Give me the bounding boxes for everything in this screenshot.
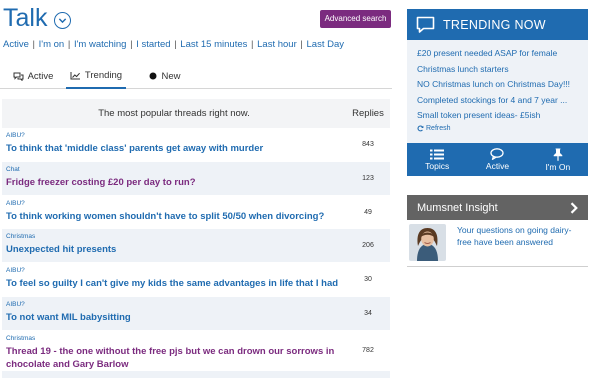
chevron-down-icon[interactable] bbox=[54, 12, 72, 29]
sidebar: TRENDING NOW £20 present needed ASAP for… bbox=[407, 0, 588, 382]
table-header: The most popular threads right now. Repl… bbox=[2, 99, 390, 128]
table-row: Chat Fridge freezer costing £20 per day … bbox=[2, 162, 390, 196]
filter-last-15-minutes[interactable]: Last 15 minutes bbox=[180, 39, 247, 50]
insight-text[interactable]: Your questions on going dairy-free have … bbox=[457, 224, 585, 266]
speech-bubble-icon bbox=[416, 16, 435, 34]
thread-title[interactable]: To feel so guilty I can't give my kids t… bbox=[6, 277, 341, 290]
dot-icon bbox=[149, 72, 157, 80]
table-row: AIBU? To think working women shouldn't h… bbox=[2, 196, 390, 229]
main-column: Talk Advanced search Active | I'm on | I… bbox=[0, 0, 392, 382]
table-row: Christmas Thread 19 - the one without th… bbox=[2, 331, 390, 371]
trending-item[interactable]: NO Christmas lunch on Christmas Day!!! bbox=[417, 77, 582, 93]
thread-category[interactable]: Christmas bbox=[6, 334, 341, 343]
separator: | bbox=[67, 39, 71, 50]
table-row: AIBU? To not want MIL babysitting 34 bbox=[2, 297, 390, 331]
page-title-text: Talk bbox=[3, 4, 48, 32]
filter-links: Active | I'm on | I'm watching | I start… bbox=[3, 39, 344, 50]
nav-label: Topics bbox=[425, 160, 450, 171]
table-row: AIBU? To feel so guilty I can't give my … bbox=[2, 263, 390, 297]
thread-cell: AIBU? To not want MIL babysitting bbox=[2, 297, 346, 330]
filter-last-day[interactable]: Last Day bbox=[307, 39, 345, 50]
header-description: The most popular threads right now. bbox=[98, 108, 250, 119]
reply-count: 843 bbox=[362, 141, 374, 148]
thread-category[interactable]: Christmas bbox=[6, 232, 341, 241]
separator: | bbox=[130, 39, 133, 50]
filter-active[interactable]: Active bbox=[3, 39, 29, 50]
filter-im-on[interactable]: I'm on bbox=[39, 39, 65, 50]
thread-category[interactable]: AIBU? bbox=[6, 300, 341, 309]
trending-list: £20 present needed ASAP for female Chris… bbox=[407, 40, 588, 143]
bottom-nav: Topics Active I'm On bbox=[407, 143, 588, 176]
chat-bubbles-icon bbox=[13, 72, 24, 81]
insight-card[interactable]: Your questions on going dairy-free have … bbox=[407, 220, 588, 267]
header-replies: Replies bbox=[352, 108, 384, 119]
filter-im-watching[interactable]: I'm watching bbox=[74, 39, 127, 50]
tab-active[interactable]: Active bbox=[0, 63, 66, 89]
trending-now-title: TRENDING NOW bbox=[443, 17, 546, 32]
refresh-label: Refresh bbox=[426, 124, 451, 132]
list-icon bbox=[430, 149, 445, 160]
refresh-icon bbox=[417, 124, 424, 132]
nav-im-on[interactable]: I'm On bbox=[528, 143, 588, 176]
thread-category[interactable]: AIBU? bbox=[6, 266, 341, 275]
thread-title[interactable]: Fridge freezer costing £20 per day to ru… bbox=[6, 176, 341, 189]
nav-label: I'm On bbox=[545, 161, 571, 172]
table-row: Christmas Unexpected hit presents 206 bbox=[2, 229, 390, 263]
thread-cell: AIBU? To think working women shouldn't h… bbox=[2, 196, 346, 228]
insight-photo[interactable] bbox=[409, 224, 446, 261]
thread-cell: AIBU? To feel so guilty I can't give my … bbox=[2, 263, 346, 296]
tab-label: Active bbox=[27, 70, 54, 82]
thread-category[interactable]: AIBU? bbox=[6, 199, 341, 208]
nav-active[interactable]: Active bbox=[467, 143, 527, 176]
filter-i-started[interactable]: I started bbox=[136, 39, 170, 50]
insight-title: Mumsnet Insight bbox=[417, 201, 498, 214]
thread-cell: Chat Fridge freezer costing £20 per day … bbox=[2, 162, 346, 195]
page-title[interactable]: Talk bbox=[3, 4, 72, 33]
threads-table: The most popular threads right now. Repl… bbox=[2, 99, 390, 379]
reply-count: 30 bbox=[364, 276, 372, 283]
insight-header[interactable]: Mumsnet Insight bbox=[407, 195, 588, 220]
reply-count: 49 bbox=[364, 208, 372, 216]
thread-title[interactable]: Unexpected hit presents bbox=[6, 243, 341, 256]
thread-category[interactable]: Chat bbox=[6, 165, 341, 174]
trending-now-header: TRENDING NOW bbox=[407, 9, 588, 40]
pin-icon bbox=[553, 148, 563, 161]
thread-cell: Christmas Unexpected hit presents bbox=[2, 229, 346, 262]
filter-last-hour[interactable]: Last hour bbox=[257, 39, 297, 50]
chat-bubble-icon bbox=[490, 148, 505, 160]
chevron-right-icon[interactable] bbox=[570, 201, 578, 214]
thread-title[interactable]: To not want MIL babysitting bbox=[6, 311, 341, 324]
separator: | bbox=[300, 39, 303, 50]
thread-cell: Christmas Thread 19 - the one without th… bbox=[2, 331, 346, 370]
tab-label: New bbox=[161, 70, 181, 82]
tab-trending[interactable]: Trending bbox=[66, 63, 126, 89]
separator: | bbox=[251, 39, 254, 50]
table-row bbox=[2, 371, 390, 379]
reply-count: 206 bbox=[362, 242, 374, 249]
reply-count: 782 bbox=[362, 347, 374, 354]
reply-count: 34 bbox=[364, 310, 372, 317]
advanced-search-button[interactable]: Advanced search bbox=[320, 10, 391, 28]
refresh-button[interactable]: Refresh bbox=[417, 125, 588, 132]
trending-item[interactable]: Christmas lunch starters bbox=[417, 62, 582, 78]
reply-count: 123 bbox=[362, 175, 374, 182]
table-row: AIBU? To think that 'middle class' paren… bbox=[2, 128, 390, 162]
nav-topics[interactable]: Topics bbox=[407, 143, 467, 176]
thread-title[interactable]: To think that 'middle class' parents get… bbox=[6, 142, 341, 155]
thread-category[interactable]: AIBU? bbox=[6, 131, 341, 140]
trending-item[interactable]: Completed stockings for 4 and 7 year ... bbox=[417, 93, 582, 109]
trending-chart-icon bbox=[70, 71, 81, 80]
nav-label: Active bbox=[485, 161, 510, 171]
thread-tabs: Active Trending New bbox=[0, 63, 392, 89]
trending-item[interactable]: Small token present ideas- £5ish bbox=[417, 108, 582, 124]
thread-cell: AIBU? To think that 'middle class' paren… bbox=[2, 128, 346, 161]
thread-title[interactable]: To think working women shouldn't have to… bbox=[6, 210, 341, 223]
trending-item[interactable]: £20 present needed ASAP for female bbox=[417, 46, 582, 62]
separator: | bbox=[32, 39, 35, 50]
tab-label: Trending bbox=[84, 69, 123, 81]
tab-new[interactable]: New bbox=[126, 63, 204, 89]
separator: | bbox=[174, 39, 177, 50]
thread-title[interactable]: Thread 19 - the one without the free pjs… bbox=[6, 345, 341, 371]
